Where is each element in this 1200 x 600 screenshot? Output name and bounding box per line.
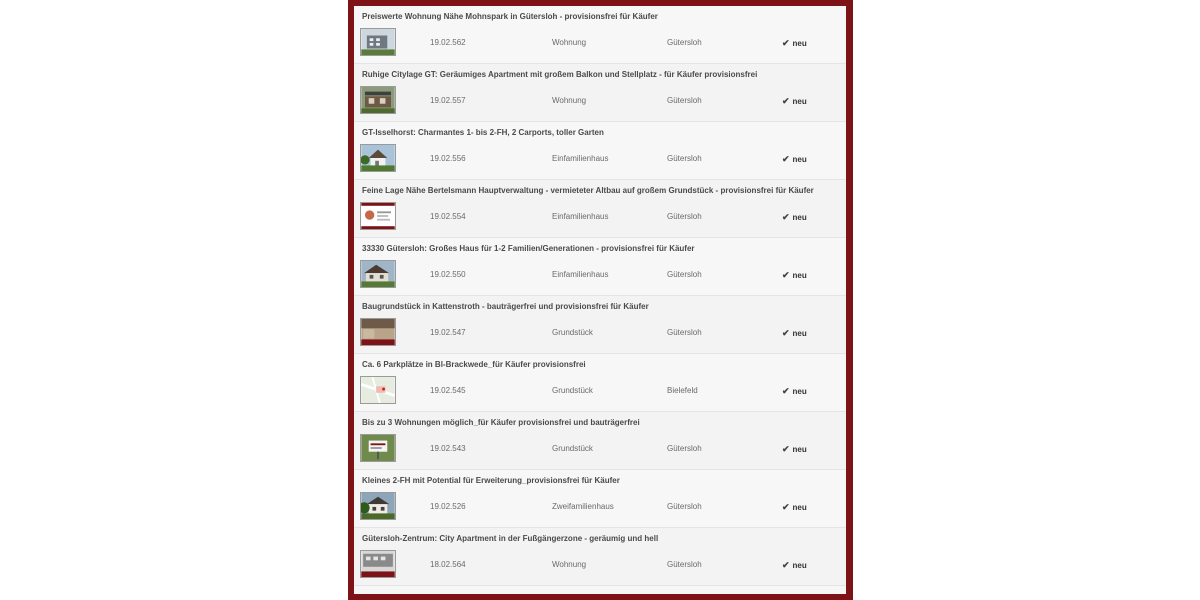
listing-row[interactable]: Preiswerte Wohnung Nähe Mohnspark in Güt…	[354, 6, 846, 64]
listing-title[interactable]: Ca. 6 Parkplätze in Bl-Brackwede_für Käu…	[362, 360, 586, 369]
listing-title[interactable]: Preiswerte Wohnung Nähe Mohnspark in Güt…	[362, 12, 658, 21]
listing-status: ✔ neu	[782, 212, 807, 222]
listing-type: Einfamilienhaus	[552, 212, 609, 221]
listing-thumbnail[interactable]	[360, 86, 396, 114]
listing-thumbnail[interactable]	[360, 144, 396, 172]
listing-thumbnail[interactable]	[360, 260, 396, 288]
listing-title[interactable]: Ruhige Citylage GT: Geräumiges Apartment…	[362, 70, 757, 79]
listing-row[interactable]: Ca. 6 Parkplätze in Bl-Brackwede_für Käu…	[354, 354, 846, 412]
listing-id: 18.02.564	[430, 560, 466, 569]
check-icon: ✔	[782, 96, 790, 106]
listing-thumbnail[interactable]	[360, 28, 396, 56]
check-icon: ✔	[782, 38, 790, 48]
listing-row[interactable]: Feine Lage Nähe Bertelsmann Hauptverwalt…	[354, 180, 846, 238]
listing-row[interactable]: Bis zu 3 Wohnungen möglich_für Käufer pr…	[354, 412, 846, 470]
listing-status: ✔ neu	[782, 386, 807, 396]
listing-id: 19.02.550	[430, 270, 466, 279]
listing-title[interactable]: Feine Lage Nähe Bertelsmann Hauptverwalt…	[362, 186, 814, 195]
check-icon: ✔	[782, 444, 790, 454]
listing-thumbnail[interactable]	[360, 492, 396, 520]
listing-thumbnail[interactable]	[360, 318, 396, 346]
listing-title[interactable]: Bis zu 3 Wohnungen möglich_für Käufer pr…	[362, 418, 640, 427]
listing-row[interactable]: Ruhige Citylage GT: Geräumiges Apartment…	[354, 64, 846, 122]
listing-thumbnail[interactable]	[360, 550, 396, 578]
listing-title[interactable]: 33330 Gütersloh: Großes Haus für 1-2 Fam…	[362, 244, 695, 253]
listing-id: 19.02.562	[430, 38, 466, 47]
listing-thumbnail[interactable]	[360, 434, 396, 462]
listing-status: ✔ neu	[782, 560, 807, 570]
check-icon: ✔	[782, 270, 790, 280]
listing-title[interactable]: GT-Isselhorst: Charmantes 1- bis 2-FH, 2…	[362, 128, 604, 137]
listing-status: ✔ neu	[782, 38, 807, 48]
listing-id: 19.02.557	[430, 96, 466, 105]
listing-city: Gütersloh	[667, 444, 702, 453]
listing-city: Gütersloh	[667, 154, 702, 163]
listing-city: Gütersloh	[667, 328, 702, 337]
listing-type: Grundstück	[552, 328, 593, 337]
check-icon: ✔	[782, 154, 790, 164]
listing-type: Einfamilienhaus	[552, 270, 609, 279]
listing-city: Bielefeld	[667, 386, 698, 395]
listing-id: 19.02.545	[430, 386, 466, 395]
listing-city: Gütersloh	[667, 38, 702, 47]
listing-type: Zweifamilienhaus	[552, 502, 614, 511]
listing-status: ✔ neu	[782, 270, 807, 280]
listing-status: ✔ neu	[782, 328, 807, 338]
listing-type: Wohnung	[552, 96, 587, 105]
listing-row[interactable]: Gütersloh-Zentrum: City Apartment in der…	[354, 528, 846, 586]
listing-row[interactable]: GT-Isselhorst: Charmantes 1- bis 2-FH, 2…	[354, 122, 846, 180]
listing-type: Wohnung	[552, 38, 587, 47]
listing-type: Wohnung	[552, 560, 587, 569]
listing-id: 19.02.543	[430, 444, 466, 453]
listing-city: Gütersloh	[667, 560, 702, 569]
listing-city: Gütersloh	[667, 96, 702, 105]
listing-city: Gütersloh	[667, 502, 702, 511]
listing-id: 19.02.547	[430, 328, 466, 337]
listing-thumbnail[interactable]	[360, 202, 396, 230]
listing-row[interactable]: Baugrundstück in Kattenstroth - bauträge…	[354, 296, 846, 354]
listing-status: ✔ neu	[782, 502, 807, 512]
listings-panel: Bielefeld Immobilien Bewertung | Vermitt…	[354, 6, 846, 594]
listing-type: Grundstück	[552, 386, 593, 395]
check-icon: ✔	[782, 502, 790, 512]
listing-id: 19.02.526	[430, 502, 466, 511]
listing-status: ✔ neu	[782, 96, 807, 106]
listing-city: Gütersloh	[667, 212, 702, 221]
listing-title[interactable]: Gütersloh-Zentrum: City Apartment in der…	[362, 534, 658, 543]
listing-type: Grundstück	[552, 444, 593, 453]
listing-row[interactable]: 33330 Gütersloh: Großes Haus für 1-2 Fam…	[354, 238, 846, 296]
listing-type: Einfamilienhaus	[552, 154, 609, 163]
check-icon: ✔	[782, 386, 790, 396]
listing-title[interactable]: Baugrundstück in Kattenstroth - bauträge…	[362, 302, 649, 311]
listing-id: 19.02.556	[430, 154, 466, 163]
listing-status: ✔ neu	[782, 154, 807, 164]
listing-row[interactable]: Kleines 2-FH mit Potential für Erweiteru…	[354, 470, 846, 528]
listing-table: Preiswerte Wohnung Nähe Mohnspark in Güt…	[354, 6, 846, 586]
check-icon: ✔	[782, 560, 790, 570]
listing-id: 19.02.554	[430, 212, 466, 221]
listing-title[interactable]: Kleines 2-FH mit Potential für Erweiteru…	[362, 476, 620, 485]
check-icon: ✔	[782, 212, 790, 222]
check-icon: ✔	[782, 328, 790, 338]
listing-thumbnail[interactable]	[360, 376, 396, 404]
listing-city: Gütersloh	[667, 270, 702, 279]
listing-status: ✔ neu	[782, 444, 807, 454]
